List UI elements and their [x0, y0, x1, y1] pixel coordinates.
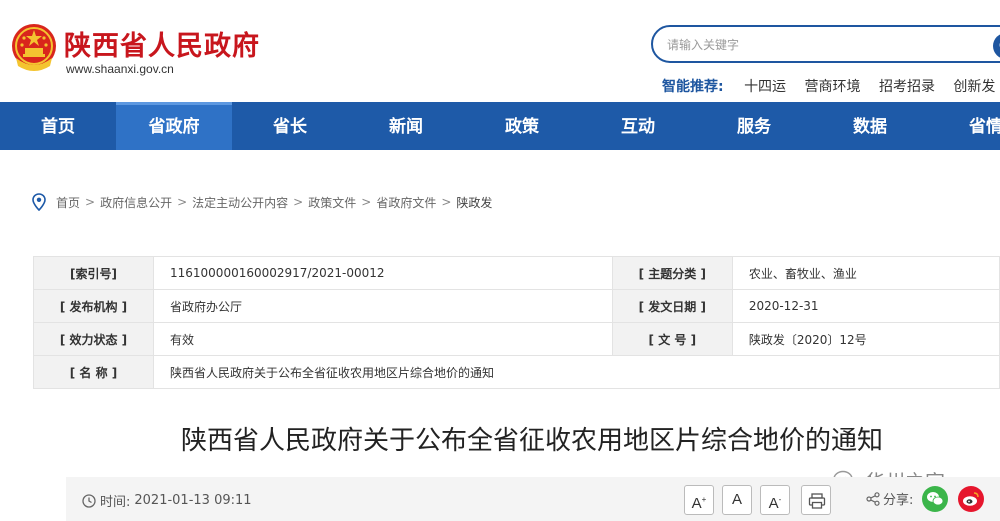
breadcrumb-info-disclosure[interactable]: 政府信息公开: [100, 194, 172, 211]
main-nav: 首页 省政府 省长 新闻 政策 互动 服务 数据 省情: [0, 102, 1000, 150]
search-button[interactable]: [993, 33, 1000, 59]
issuer-label: [ 发布机构 ]: [33, 289, 154, 323]
font-smaller-label: A: [768, 495, 779, 512]
nav-province-info[interactable]: 省情: [928, 102, 1000, 150]
font-normal-button[interactable]: A: [722, 485, 752, 515]
topic-value: 农业、畜牧业、渔业: [731, 256, 1000, 290]
share-wechat-button[interactable]: [922, 486, 948, 512]
nav-policy[interactable]: 政策: [464, 102, 580, 150]
breadcrumb-home[interactable]: 首页: [56, 194, 80, 211]
breadcrumb-policy-documents[interactable]: 政策文件: [308, 194, 356, 211]
site-header: 陕西省人民政府 www.shaanxi.gov.cn 智能推荐: 十四运 营商环…: [0, 0, 1000, 102]
share-block: 分享:: [866, 489, 913, 508]
nav-data[interactable]: 数据: [812, 102, 928, 150]
publish-time: 时间: 2021-01-13 09:11: [82, 491, 252, 510]
share-label: 分享:: [883, 493, 914, 508]
hot-item-innovation[interactable]: 创新发: [953, 79, 995, 95]
share-icon: [866, 491, 880, 506]
breadcrumb-separator: >: [293, 195, 304, 209]
breadcrumb-government-documents[interactable]: 省政府文件: [376, 194, 436, 211]
breadcrumb-current[interactable]: 陕政发: [456, 194, 492, 211]
wechat-icon: [927, 492, 944, 506]
share-weibo-button[interactable]: [958, 486, 984, 512]
breadcrumb-separator: >: [441, 195, 452, 209]
table-row: [ 名 称 ] 陕西省人民政府关于公布全省征收农用地区片综合地价的通知: [33, 355, 1000, 389]
document-title: 陕西省人民政府关于公布全省征收农用地区片综合地价的通知: [180, 426, 883, 456]
time-label: 时间:: [100, 495, 131, 510]
search-input[interactable]: [667, 35, 967, 55]
font-normal-label: A: [731, 491, 742, 508]
nav-news[interactable]: 新闻: [348, 102, 464, 150]
site-name[interactable]: 陕西省人民政府: [64, 24, 260, 63]
location-pin-icon: [32, 193, 46, 211]
font-smaller-button[interactable]: A-: [760, 485, 790, 515]
nav-provincial-government[interactable]: 省政府: [116, 102, 232, 150]
hot-recommend-label: 智能推荐:: [662, 79, 724, 95]
breadcrumb-statutory-content[interactable]: 法定主动公开内容: [192, 194, 288, 211]
table-row: [ 发布机构 ] 省政府办公厅 [ 发文日期 ] 2020-12-31: [33, 289, 1000, 323]
hot-recommend: 智能推荐: 十四运 营商环境 招考招录 创新发: [662, 76, 1000, 96]
time-value: 2021-01-13 09:11: [134, 493, 252, 508]
nav-home[interactable]: 首页: [0, 102, 116, 150]
name-value: 陕西省人民政府关于公布全省征收农用地区片综合地价的通知: [153, 355, 1000, 389]
weibo-icon: [963, 492, 979, 506]
status-value: 有效: [153, 322, 613, 356]
printer-icon: [808, 493, 826, 509]
topic-label: [ 主题分类 ]: [611, 256, 733, 290]
font-larger-label: A: [691, 495, 702, 512]
clock-icon: [82, 493, 96, 508]
table-row: [ 效力状态 ] 有效 [ 文 号 ] 陕政发〔2020〕12号: [33, 322, 1000, 356]
nav-interaction[interactable]: 互动: [580, 102, 696, 150]
font-larger-button[interactable]: A+: [684, 485, 714, 515]
hot-item-shisiyun[interactable]: 十四运: [744, 79, 786, 95]
article-toolbar: 时间: 2021-01-13 09:11 A+ A A- 分享:: [66, 477, 1000, 521]
hot-item-business-environment[interactable]: 营商环境: [805, 79, 861, 95]
national-emblem-icon[interactable]: [10, 22, 58, 74]
breadcrumb-separator: >: [177, 195, 188, 209]
date-label: [ 发文日期 ]: [611, 289, 733, 323]
breadcrumb: 首页 > 政府信息公开 > 法定主动公开内容 > 政策文件 > 省政府文件 > …: [32, 193, 492, 211]
document-info-table: [索引号] 116100000160002917/2021-00012 [ 主题…: [33, 256, 1000, 389]
print-button[interactable]: [801, 485, 831, 515]
document-number-label: [ 文 号 ]: [611, 322, 733, 356]
document-number-value: 陕政发〔2020〕12号: [731, 322, 1000, 356]
hot-item-recruitment[interactable]: 招考招录: [879, 79, 935, 95]
search-box: [651, 25, 1000, 63]
name-label: [ 名 称 ]: [33, 355, 154, 389]
index-value: 116100000160002917/2021-00012: [153, 256, 613, 290]
site-url: www.shaanxi.gov.cn: [66, 62, 174, 76]
breadcrumb-separator: >: [361, 195, 372, 209]
nav-service[interactable]: 服务: [696, 102, 812, 150]
nav-governor[interactable]: 省长: [232, 102, 348, 150]
index-label: [索引号]: [33, 256, 154, 290]
table-row: [索引号] 116100000160002917/2021-00012 [ 主题…: [33, 256, 1000, 290]
issuer-value: 省政府办公厅: [153, 289, 613, 323]
status-label: [ 效力状态 ]: [33, 322, 154, 356]
date-value: 2020-12-31: [731, 289, 1000, 323]
breadcrumb-separator: >: [85, 195, 96, 209]
